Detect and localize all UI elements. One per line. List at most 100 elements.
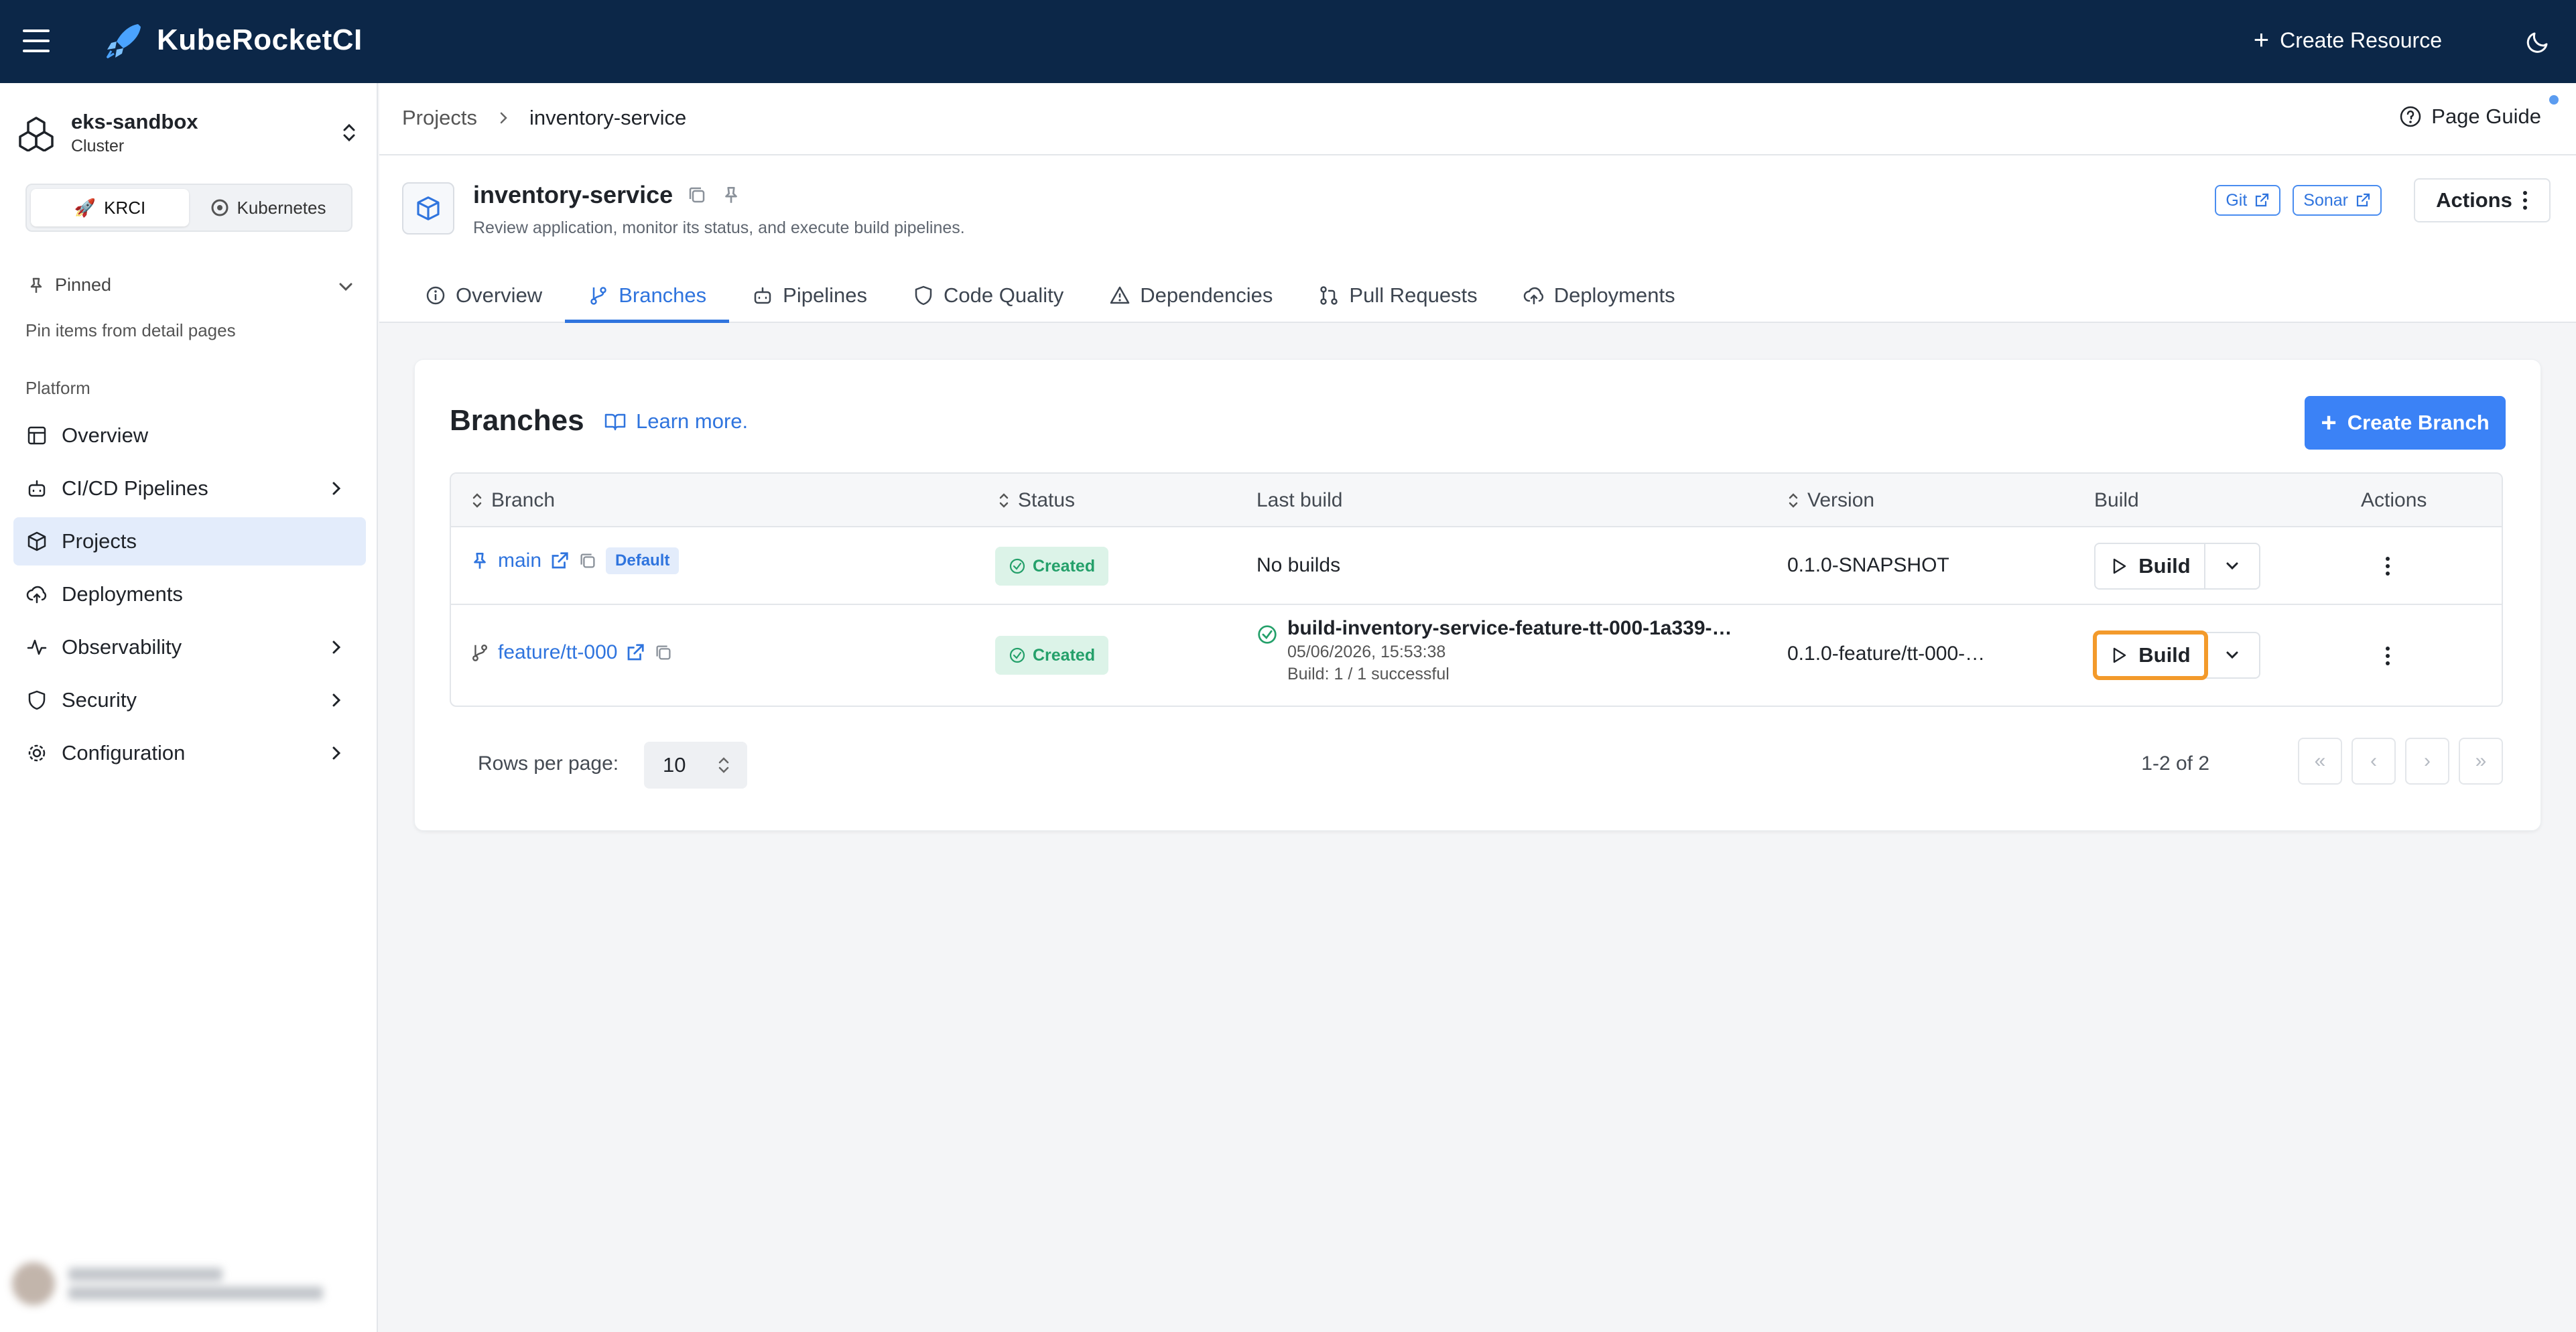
sidebar-item-overview[interactable]: Overview: [13, 411, 366, 460]
last-build-summary: Build: 1 / 1 successful: [1287, 665, 1450, 683]
cluster-type: Cluster: [71, 136, 125, 155]
sidebar-item-label: CI/CD Pipelines: [62, 476, 208, 500]
prev-page-button[interactable]: ‹: [2352, 738, 2396, 785]
sidebar-item-deployments[interactable]: Deployments: [13, 570, 366, 618]
moon-icon[interactable]: [2525, 28, 2552, 55]
sidebar-item-cicd-pipelines[interactable]: CI/CD Pipelines: [13, 464, 366, 513]
mode-toggle: 🚀 KRCI Kubernetes: [25, 184, 352, 232]
sonar-link[interactable]: Sonar: [2293, 185, 2382, 216]
tab-overview[interactable]: Overview: [402, 268, 565, 323]
branch-link[interactable]: feature/tt-000: [498, 641, 617, 664]
status-label: Created: [1033, 645, 1096, 665]
next-page-button[interactable]: ›: [2405, 738, 2449, 785]
play-icon: [2114, 647, 2126, 663]
chevron-down-icon: [2226, 651, 2238, 659]
build-dropdown-button[interactable]: [2205, 633, 2259, 677]
mode-krci-button[interactable]: 🚀 KRCI: [31, 189, 189, 226]
branch-link[interactable]: main: [498, 549, 541, 572]
chevron-right-icon: [332, 693, 341, 707]
kebab-menu-icon[interactable]: [2374, 553, 2401, 580]
page-guide-label: Page Guide: [2431, 105, 2541, 128]
kebab-menu-icon[interactable]: [2374, 643, 2401, 669]
pin-icon[interactable]: [721, 185, 741, 205]
pinned-section-header[interactable]: Pinned: [27, 275, 355, 295]
version-cell: 0.1.0-SNAPSHOT: [1787, 554, 1949, 576]
sort-icon: [999, 493, 1009, 508]
external-link-icon[interactable]: [550, 551, 570, 571]
cluster-switcher[interactable]: eks-sandbox Cluster: [17, 106, 366, 159]
rocket-icon: 🚀: [74, 197, 96, 218]
user-info-redacted: [68, 1262, 323, 1305]
tab-pull-requests[interactable]: Pull Requests: [1295, 268, 1500, 323]
tab-pipelines[interactable]: Pipelines: [729, 268, 890, 323]
tab-label: Branches: [619, 283, 707, 307]
tab-label: Code Quality: [943, 283, 1064, 307]
sidebar-item-observability[interactable]: Observability: [13, 623, 366, 671]
bot-icon: [25, 477, 48, 500]
project-name: inventory-service: [473, 181, 673, 208]
chevron-up-down-icon: [343, 123, 355, 142]
project-actions-button[interactable]: Actions: [2414, 178, 2551, 222]
sidebar-item-projects[interactable]: Projects: [13, 517, 366, 565]
sidebar-item-configuration[interactable]: Configuration: [13, 729, 366, 777]
breadcrumb-bar: Projects inventory-service Page Guide: [379, 83, 2576, 155]
build-label: Build: [2138, 554, 2191, 578]
breadcrumb-current: inventory-service: [529, 106, 687, 129]
build-cell: Build: [2093, 630, 2260, 680]
copy-icon[interactable]: [653, 643, 673, 663]
check-circle-icon: [1009, 647, 1025, 663]
breadcrumb-projects[interactable]: Projects: [402, 106, 477, 130]
tab-branches[interactable]: Branches: [565, 268, 730, 323]
build-button[interactable]: Build: [2096, 544, 2205, 588]
create-branch-button[interactable]: + Create Branch: [2305, 396, 2506, 450]
column-last-build: Last build: [1257, 474, 1342, 527]
last-page-button[interactable]: »: [2459, 738, 2503, 785]
tab-code-quality[interactable]: Code Quality: [890, 268, 1086, 323]
build-button[interactable]: Build: [2093, 630, 2208, 680]
pin-icon[interactable]: [470, 551, 490, 571]
rows-per-page-label: Rows per page:: [478, 752, 619, 775]
page-range: 1-2 of 2: [2141, 752, 2209, 775]
mode-kubernetes-button[interactable]: Kubernetes: [189, 189, 347, 226]
page-guide-button[interactable]: Page Guide: [2399, 105, 2541, 129]
build-dropdown-button[interactable]: [2205, 544, 2259, 588]
brand[interactable]: KubeRocketCI: [105, 20, 363, 60]
status-badge: Created: [995, 636, 1109, 675]
create-resource-button[interactable]: + Create Resource: [2254, 27, 2442, 54]
column-actions: Actions: [2361, 474, 2427, 527]
copy-icon[interactable]: [686, 184, 708, 206]
chevron-right-icon: [332, 641, 341, 654]
column-status[interactable]: Status: [998, 474, 1075, 527]
kubernetes-icon: [211, 199, 228, 216]
chevron-right-icon: ›: [2424, 750, 2431, 772]
sidebar-item-label: Overview: [62, 423, 149, 447]
version-cell: 0.1.0-feature/tt-000-…: [1787, 643, 1986, 665]
column-label: Build: [2094, 489, 2139, 511]
tab-deployments[interactable]: Deployments: [1500, 268, 1698, 323]
sonar-link-label: Sonar: [2303, 190, 2348, 210]
copy-icon[interactable]: [578, 551, 598, 571]
hamburger-menu-icon[interactable]: [23, 29, 50, 52]
learn-more-link[interactable]: Learn more.: [604, 409, 748, 434]
chevrons-left-icon: «: [2314, 750, 2326, 772]
warning-icon: [1110, 286, 1130, 304]
sidebar-item-security[interactable]: Security: [13, 676, 366, 724]
column-version[interactable]: Version: [1787, 474, 1874, 527]
rows-per-page-select[interactable]: 10: [644, 742, 747, 789]
last-build-name[interactable]: build-inventory-service-feature-tt-000-1…: [1287, 617, 1732, 640]
kebab-menu-icon: [2522, 191, 2527, 210]
sidebar-item-label: Security: [62, 688, 137, 712]
column-branch[interactable]: Branch: [471, 474, 555, 527]
branches-table: Branch Status Last build Version Build A…: [450, 472, 2503, 707]
pinned-hint: Pin items from detail pages: [25, 320, 236, 340]
first-page-button[interactable]: «: [2298, 738, 2342, 785]
user-profile[interactable]: [12, 1252, 361, 1316]
bot-icon: [754, 287, 771, 304]
project-header: inventory-service Review application, mo…: [379, 155, 2576, 323]
sidebar: eks-sandbox Cluster 🚀 KRCI Kubernetes Pi…: [0, 83, 378, 1332]
external-link-icon[interactable]: [625, 643, 645, 663]
check-circle-icon: [1258, 625, 1277, 644]
git-branch-icon: [472, 645, 488, 661]
tab-dependencies[interactable]: Dependencies: [1086, 268, 1295, 323]
git-link[interactable]: Git: [2215, 185, 2281, 216]
